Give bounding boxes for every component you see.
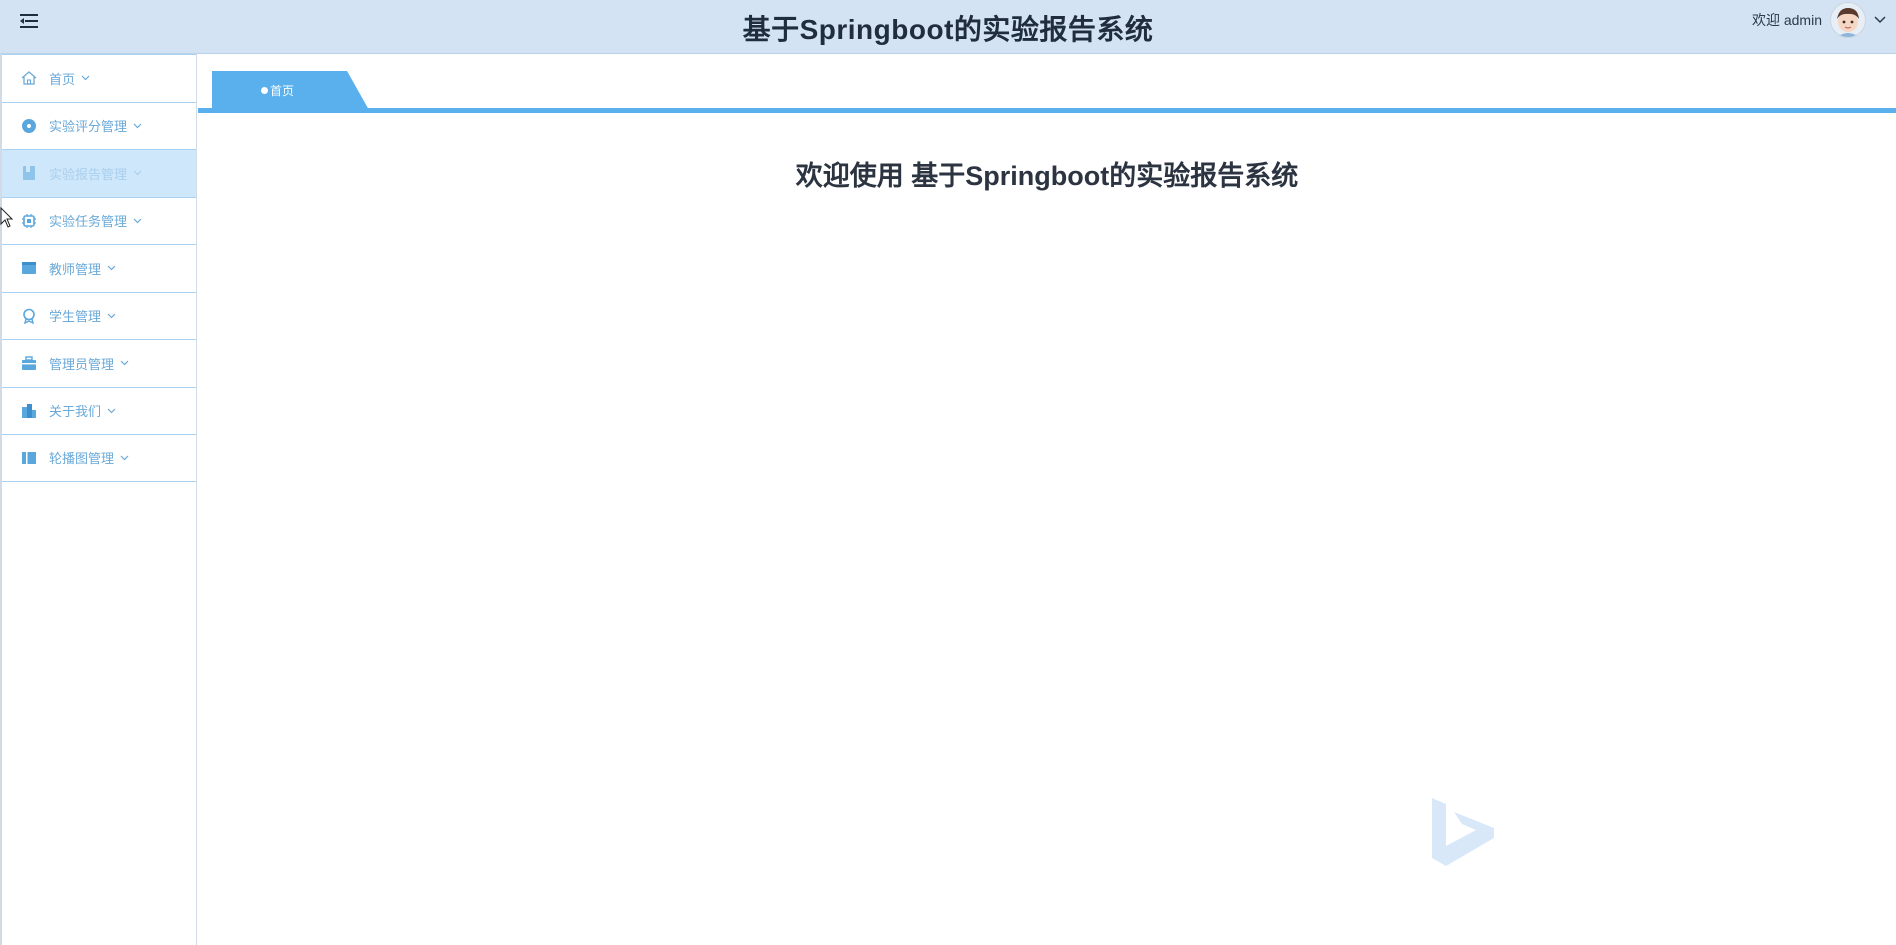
sidebar-item-students[interactable]: 学生管理: [2, 291, 196, 340]
chevron-down-icon: [107, 406, 117, 416]
sidebar-item-label: 实验评分管理: [49, 119, 128, 135]
sidebar-item-label: 实验报告管理: [49, 166, 128, 182]
chevron-down-icon: [107, 263, 117, 273]
building-icon: [20, 402, 38, 420]
chevron-down-icon: [107, 311, 117, 321]
tab-label: 首页: [269, 84, 294, 98]
top-bar: 基于Springboot的实验报告系统 欢迎 admin: [0, 0, 1896, 54]
chevron-down-icon: [120, 358, 130, 368]
chevron-down-icon: [81, 73, 91, 83]
tab-underline: [198, 108, 1896, 113]
sidebar-item-label: 首页: [49, 71, 76, 87]
sidebar-item-carousel[interactable]: 轮播图管理: [2, 434, 196, 482]
sidebar-item-tasks[interactable]: 实验任务管理: [2, 196, 196, 245]
user-welcome-text: 欢迎 admin: [1751, 12, 1822, 28]
chevron-down-icon: [133, 121, 143, 131]
main-content: 首页 欢迎使用 基于Springboot的实验报告系统: [198, 54, 1896, 945]
chip-icon: [20, 212, 38, 230]
disc-icon: [20, 117, 38, 135]
book-icon: [20, 164, 38, 182]
avatar[interactable]: [1830, 2, 1866, 38]
sidebar-item-grading[interactable]: 实验评分管理: [2, 101, 196, 150]
chevron-down-icon: [133, 168, 143, 178]
panel-icon: [20, 449, 38, 467]
sidebar-item-about[interactable]: 关于我们: [2, 386, 196, 435]
welcome-heading: 欢迎使用 基于Springboot的实验报告系统: [795, 161, 1299, 191]
tabs-bar: 首页: [198, 54, 1896, 114]
sidebar-item-admins[interactable]: 管理员管理: [2, 339, 196, 387]
sidebar-item-label: 轮播图管理: [49, 451, 115, 467]
chevron-down-icon[interactable]: [1874, 11, 1886, 29]
chevron-down-icon: [133, 216, 143, 226]
watermark-logo-icon: [1428, 794, 1498, 874]
tab-home[interactable]: 首页: [212, 71, 369, 110]
tab-dot-icon: [260, 87, 268, 94]
sidebar-item-home[interactable]: 首页: [2, 54, 196, 102]
sidebar-item-reports[interactable]: 实验报告管理: [2, 149, 196, 197]
sidebar-item-label: 学生管理: [49, 309, 102, 325]
sidebar: 首页 实验评分管理 实验报告管理 实验任务管理 教师管理 学生管理 管理员管理 …: [0, 54, 197, 945]
home-icon: [20, 69, 38, 87]
chevron-down-icon: [120, 453, 130, 463]
card-icon: [20, 259, 38, 277]
sidebar-item-teachers[interactable]: 教师管理: [2, 244, 196, 292]
sidebar-item-label: 实验任务管理: [49, 214, 128, 230]
user-menu[interactable]: 欢迎 admin: [1752, 2, 1886, 38]
sidebar-item-label: 管理员管理: [49, 356, 115, 372]
badge-icon: [20, 307, 38, 325]
sidebar-item-label: 关于我们: [49, 404, 102, 420]
mouse-cursor-icon: [0, 206, 14, 229]
sidebar-item-label: 教师管理: [49, 261, 102, 277]
briefcase-icon: [20, 354, 38, 372]
app-title: 基于Springboot的实验报告系统: [742, 14, 1154, 45]
